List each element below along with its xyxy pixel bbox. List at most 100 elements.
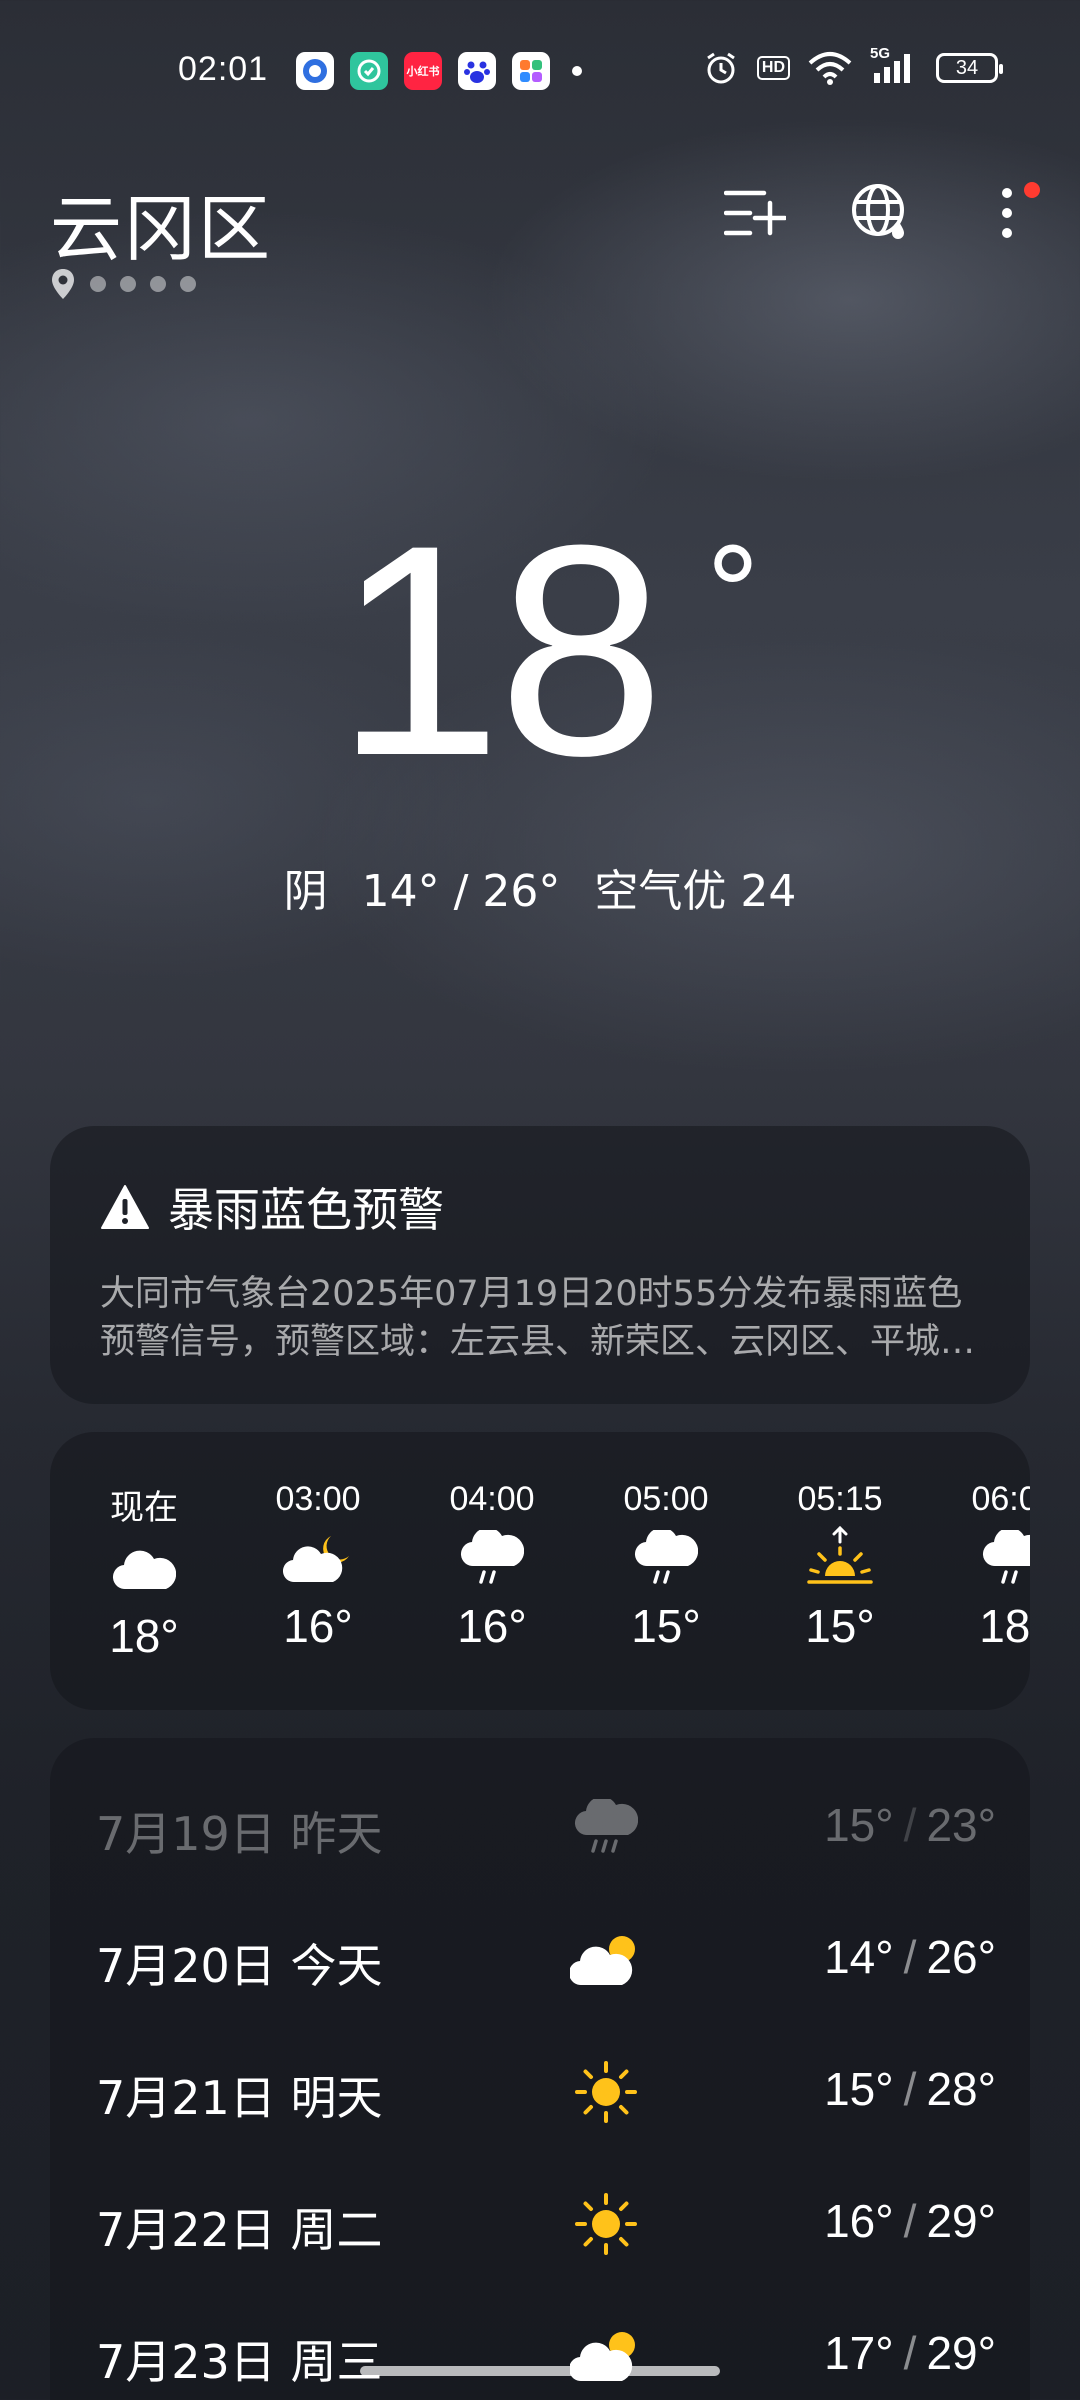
- hour-temp: 15°: [631, 1600, 701, 1652]
- hourly-item: 04:00 16°: [422, 1480, 562, 1653]
- app-notification-icon: [296, 52, 334, 90]
- day-label: 7月21日 明天: [96, 2062, 382, 2128]
- day-name: 明天: [290, 2071, 383, 2125]
- add-city-button[interactable]: [722, 180, 788, 246]
- network-type-label: 5G: [870, 45, 891, 62]
- hour-time: 06:00: [971, 1480, 1030, 1518]
- day-name: 今天: [290, 1939, 383, 1993]
- alert-description: 大同市气象台2025年07月19日20时55分发布暴雨蓝色 预警信号，预警区域：…: [100, 1270, 980, 1366]
- hour-time: 03:00: [275, 1480, 361, 1518]
- hour-temp: 15°: [805, 1600, 875, 1652]
- range-separator: /: [903, 1931, 917, 1983]
- day-temp-range: 17°/29°: [824, 2326, 996, 2380]
- day-date: 7月20日: [96, 1939, 276, 1993]
- day-label: 7月23日 周三: [96, 2326, 382, 2392]
- globe-icon: [852, 184, 904, 239]
- day-date: 7月21日: [96, 2071, 276, 2125]
- day-temp-range: 16°/29°: [824, 2194, 996, 2248]
- daily-row[interactable]: 7月21日 明天 15°/28°: [96, 2052, 996, 2132]
- hour-temp: 16°: [283, 1600, 353, 1652]
- daily-row[interactable]: 7月20日 今天 14°/26°: [96, 1920, 996, 2000]
- colorful-app-icon: [512, 52, 550, 90]
- page-dot: [180, 276, 196, 292]
- hour-temp: 16°: [457, 1600, 527, 1652]
- chat-app-icon: [350, 52, 388, 90]
- day-label: 7月20日 今天: [96, 1930, 382, 1996]
- location-pin-icon: [52, 269, 74, 299]
- day-temp-range: 15°/28°: [824, 2062, 996, 2116]
- cellular-signal-icon: 5G: [870, 45, 918, 85]
- day-low: 16°: [824, 2195, 894, 2247]
- more-options-button[interactable]: [974, 180, 1040, 246]
- day-label: 7月19日 昨天: [96, 1798, 382, 1864]
- daily-row[interactable]: 7月23日 周三 17°/29°: [96, 2316, 996, 2396]
- daily-row[interactable]: 7月19日 昨天 15°/23°: [96, 1788, 996, 1868]
- daily-row[interactable]: 7月22日 周二 16°/29°: [96, 2184, 996, 2264]
- weather-summary[interactable]: 阴 14° / 26° 空气优 24: [0, 855, 1080, 919]
- cloudy-night-icon: [248, 1519, 388, 1599]
- status-time: 02:01: [178, 50, 269, 88]
- home-indicator[interactable]: [360, 2366, 720, 2376]
- hour-temp: 18°: [979, 1600, 1030, 1652]
- rain-icon: [596, 1519, 736, 1599]
- page-dot: [150, 276, 166, 292]
- weather-alert-card[interactable]: 暴雨蓝色预警 大同市气象台2025年07月19日20时55分发布暴雨蓝色 预警信…: [50, 1126, 1030, 1404]
- day-name: 昨天: [290, 1807, 383, 1861]
- day-low: 17°: [824, 2327, 894, 2379]
- page-dot: [90, 276, 106, 292]
- hour-time: 05:15: [797, 1480, 883, 1518]
- hour-temp: 18°: [109, 1610, 179, 1662]
- notification-icons: 小红书: [296, 52, 582, 90]
- hd-voice-icon: HD: [756, 56, 790, 80]
- baidu-icon: [458, 52, 496, 90]
- alert-title: 暴雨蓝色预警: [168, 1183, 444, 1237]
- degree-symbol: °: [702, 524, 763, 663]
- day-label: 7月22日 周二: [96, 2194, 382, 2260]
- day-high: 29°: [926, 2195, 996, 2247]
- hourly-item: 05:00 15°: [596, 1480, 736, 1653]
- city-title[interactable]: 云冈区: [50, 170, 272, 275]
- day-name: 周二: [290, 2203, 383, 2257]
- range-separator: /: [903, 1799, 917, 1851]
- more-vertical-icon: [1002, 188, 1012, 238]
- day-date: 7月19日: [96, 1807, 276, 1861]
- system-icons: HD 5G 34: [703, 45, 1003, 86]
- alert-line-2: 预警信号，预警区域：左云县、新荣区、云冈区、平城…: [100, 1322, 976, 1362]
- city-page-indicator: [50, 268, 196, 300]
- daily-forecast-card[interactable]: 7月19日 昨天 15°/23° 7月20日 今天 14°/26° 7月21日 …: [50, 1738, 1030, 2400]
- sun-icon: [566, 2052, 646, 2132]
- day-high: 29°: [926, 2327, 996, 2379]
- header-actions: [722, 180, 1040, 246]
- temperature-range: 14° / 26°: [361, 866, 561, 917]
- alert-line-1: 大同市气象台2025年07月19日20时55分发布暴雨蓝色: [100, 1274, 963, 1314]
- status-bar: 02:01 小红书 HD 5G 34: [0, 44, 1080, 100]
- day-temp-range: 14°/26°: [824, 1930, 996, 1984]
- hour-time: 05:00: [623, 1480, 709, 1518]
- air-quality-label: 空气优 24: [594, 866, 797, 917]
- global-weather-button[interactable]: [848, 180, 914, 246]
- partly-cloudy-icon: [566, 2316, 646, 2396]
- hourly-item: 现在 18°: [74, 1480, 214, 1663]
- day-name: 周三: [290, 2335, 383, 2389]
- sun-icon: [566, 2184, 646, 2264]
- range-separator: /: [903, 2327, 917, 2379]
- hourly-forecast-card[interactable]: 现在 18° 03:00 16° 04:00 16° 05:00 15° 05:…: [50, 1432, 1030, 1710]
- day-high: 23°: [926, 1799, 996, 1851]
- page-dot: [120, 276, 136, 292]
- alert-header: 暴雨蓝色预警: [100, 1174, 980, 1240]
- day-high: 28°: [926, 2063, 996, 2115]
- hour-time: 现在: [110, 1489, 178, 1527]
- day-low: 14°: [824, 1931, 894, 1983]
- sunrise-icon: [770, 1519, 910, 1599]
- day-low: 15°: [824, 1799, 894, 1851]
- battery-indicator: 34: [936, 53, 1003, 83]
- notification-red-dot: [1024, 182, 1040, 198]
- hourly-item: 05:15 15°: [770, 1480, 910, 1653]
- hourly-item: 06:00 18°: [944, 1480, 1030, 1653]
- rain-icon: [566, 1788, 646, 1868]
- day-temp-range: 15°/23°: [824, 1798, 996, 1852]
- alarm-icon: [703, 50, 739, 86]
- more-notifications-dot: [572, 66, 582, 76]
- header: 云冈区: [0, 170, 1080, 310]
- add-list-icon: [724, 190, 786, 236]
